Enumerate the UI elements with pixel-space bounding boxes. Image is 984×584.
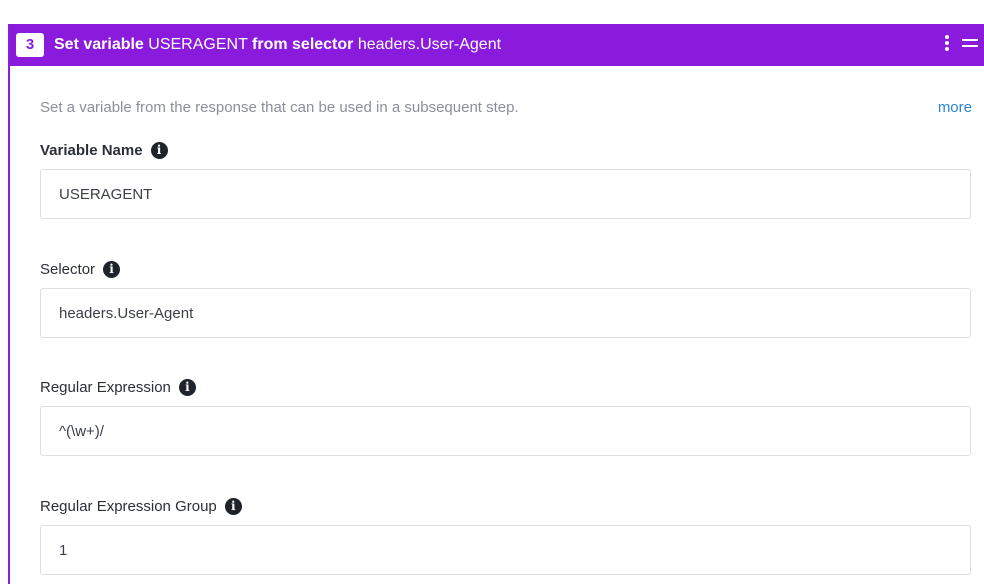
variable-name-field[interactable] [40, 169, 971, 219]
info-icon[interactable]: i [150, 142, 168, 159]
variable-name-label: Variable Name i [40, 142, 168, 159]
step-title-selector: headers.User-Agent [357, 36, 502, 53]
step-title: Set variable USERAGENT from selector hea… [54, 35, 501, 55]
step-description: Set a variable from the response that ca… [40, 99, 519, 116]
drag-handle-icon[interactable] [962, 39, 978, 49]
info-icon[interactable]: i [178, 379, 196, 396]
kebab-menu-icon[interactable] [944, 35, 950, 55]
step-title-variable: USERAGENT [148, 36, 248, 53]
variable-name-input[interactable] [41, 170, 970, 218]
selector-field[interactable] [40, 288, 971, 338]
selector-input[interactable] [41, 289, 970, 337]
more-link[interactable]: more [938, 99, 972, 116]
selector-label: Selector i [40, 261, 121, 278]
regex-group-field[interactable] [40, 525, 971, 575]
regex-label: Regular Expression i [40, 379, 196, 396]
regex-group-input[interactable] [41, 526, 970, 574]
set-variable-step-card: 3 Set variable USERAGENT from selector h… [8, 24, 984, 584]
step-title-action: Set variable [54, 36, 144, 53]
regex-field[interactable] [40, 406, 971, 456]
step-number-badge: 3 [16, 33, 44, 57]
info-icon[interactable]: i [103, 261, 121, 278]
regex-group-label: Regular Expression Group i [40, 498, 242, 515]
regex-input[interactable] [41, 407, 970, 455]
info-icon[interactable]: i [224, 498, 242, 515]
step-title-from: from selector [252, 36, 354, 53]
step-header[interactable]: 3 Set variable USERAGENT from selector h… [10, 24, 984, 66]
